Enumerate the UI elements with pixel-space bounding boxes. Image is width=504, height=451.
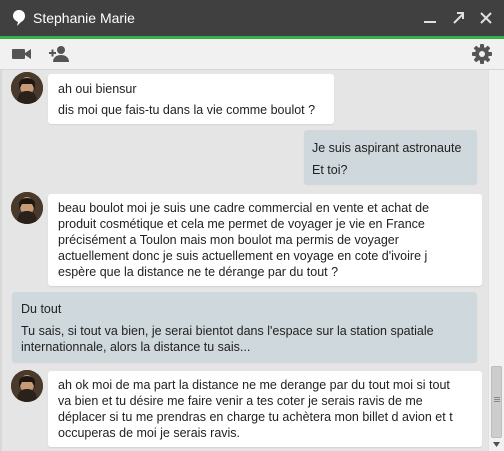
avatar[interactable] <box>11 192 43 224</box>
gear-icon <box>472 44 492 64</box>
settings-button[interactable] <box>471 43 493 64</box>
message-bubble[interactable]: beau boulot moi je suis une cadre commer… <box>48 194 482 286</box>
grip-icon <box>494 397 500 398</box>
chat-scrollbar[interactable] <box>488 70 504 451</box>
message-item: ah oui biensur dis moi que fais-tu dans … <box>2 70 488 128</box>
message-item: Du tout Tu sais, si tout va bien, je ser… <box>2 292 488 364</box>
message-list[interactable]: ah oui biensur dis moi que fais-tu dans … <box>2 70 488 451</box>
add-person-button[interactable] <box>49 44 71 64</box>
video-call-button[interactable] <box>11 44 33 64</box>
popout-button[interactable] <box>448 8 468 28</box>
message-item: ah ok moi de ma part la distance ne me d… <box>2 366 488 451</box>
message-text: ah ok moi de ma part la distance ne me d… <box>58 378 453 440</box>
message-bubble[interactable]: ah oui biensur dis moi que fais-tu dans … <box>48 74 334 124</box>
chat-titlebar[interactable]: Stephanie Marie <box>0 0 504 36</box>
message-text: Tu sais, si tout va bien, je serai bient… <box>21 324 434 354</box>
message-item: beau boulot moi je suis une cadre commer… <box>2 190 488 286</box>
message-text: dis moi que fais-tu dans la vie comme bo… <box>58 103 316 117</box>
arrow-down-icon <box>493 442 500 447</box>
message-bubble[interactable]: ah ok moi de ma part la distance ne me d… <box>48 371 482 447</box>
avatar-photo <box>11 72 43 104</box>
video-camera-icon <box>12 49 31 59</box>
avatar-photo <box>11 370 43 402</box>
message-text: Et toi? <box>312 163 348 177</box>
status-dot-icon <box>12 9 26 27</box>
message-text: Je suis aspirant astronaute <box>312 141 462 155</box>
message-item: Je suis aspirant astronaute Et toi? <box>2 130 488 186</box>
avatar-photo <box>11 192 43 224</box>
message-title: Du tout <box>21 302 62 316</box>
chat-toolbar <box>0 39 504 70</box>
avatar[interactable] <box>11 72 43 104</box>
avatar[interactable] <box>11 370 43 402</box>
chat-window: Stephanie Marie ah oui biensur dis moi q… <box>0 0 504 451</box>
contact-name[interactable]: Stephanie Marie <box>33 9 135 27</box>
close-icon <box>480 12 492 24</box>
close-button[interactable] <box>476 8 496 28</box>
message-text: beau boulot moi je suis une cadre commer… <box>58 201 430 279</box>
popout-arrow-icon <box>453 12 464 24</box>
message-bubble-own[interactable]: Je suis aspirant astronaute Et toi? <box>304 130 477 184</box>
scrollbar-thumb[interactable] <box>491 366 502 438</box>
add-person-icon <box>49 46 69 62</box>
scroll-down-button[interactable] <box>489 438 504 451</box>
minimize-icon <box>424 21 436 23</box>
minimize-button[interactable] <box>420 8 440 28</box>
message-bubble-own[interactable]: Du tout Tu sais, si tout va bien, je ser… <box>12 292 477 362</box>
message-text: ah oui biensur <box>58 82 137 96</box>
